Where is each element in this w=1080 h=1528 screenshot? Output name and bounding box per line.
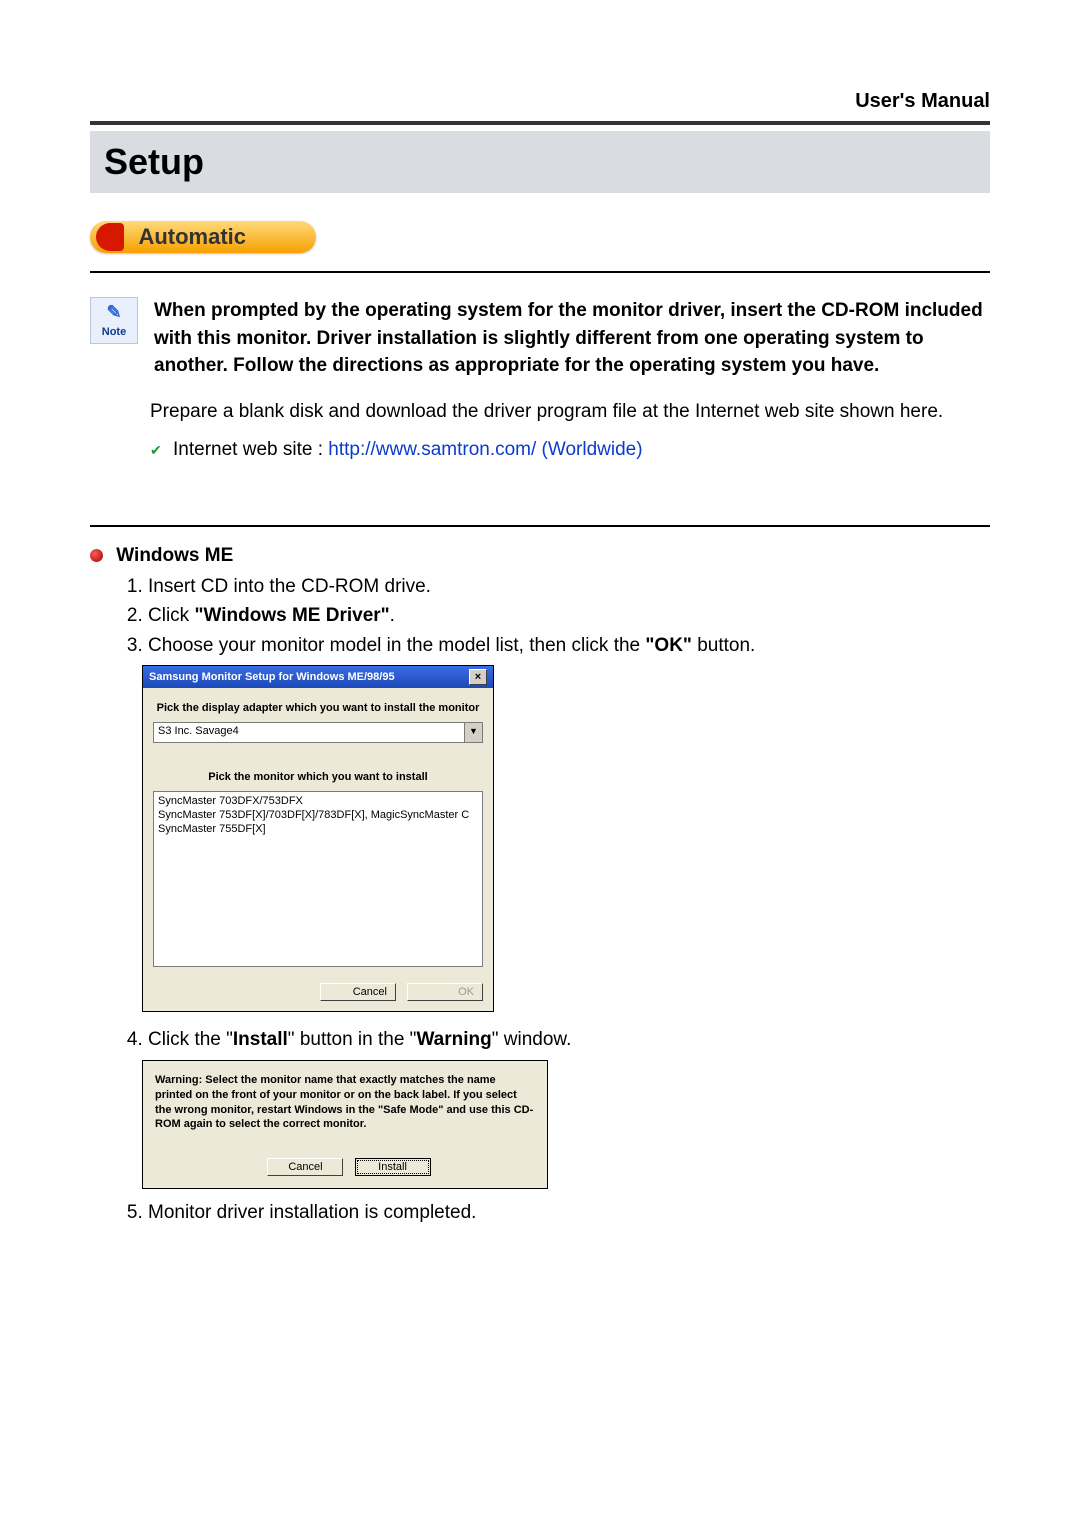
website-label: Internet web site : bbox=[173, 439, 328, 460]
monitor-label: Pick the monitor which you want to insta… bbox=[153, 771, 483, 783]
monitor-setup-dialog: Samsung Monitor Setup for Windows ME/98/… bbox=[142, 665, 494, 1012]
adapter-value: S3 Inc. Savage4 bbox=[154, 723, 464, 742]
divider-1 bbox=[90, 271, 990, 273]
dialog-title: Samsung Monitor Setup for Windows ME/98/… bbox=[149, 671, 395, 683]
check-icon: ✔ bbox=[150, 442, 162, 458]
warning-text: Warning: Select the monitor name that ex… bbox=[155, 1073, 535, 1132]
list-item[interactable]: SyncMaster 753DF[X]/703DF[X]/783DF[X], M… bbox=[156, 808, 480, 822]
step-3-text-a: Choose your monitor model in the model l… bbox=[148, 635, 645, 656]
chevron-down-icon[interactable]: ▼ bbox=[464, 723, 482, 742]
section-pill-label: Automatic bbox=[138, 224, 246, 250]
install-button[interactable]: Install bbox=[355, 1158, 431, 1176]
list-item[interactable]: SyncMaster 755DF[X] bbox=[156, 822, 480, 836]
note-text: When prompted by the operating system fo… bbox=[154, 297, 990, 380]
step-3-bold: "OK" bbox=[645, 635, 692, 656]
adapter-combobox[interactable]: S3 Inc. Savage4 ▼ bbox=[153, 722, 483, 743]
adapter-label: Pick the display adapter which you want … bbox=[153, 702, 483, 714]
step-3-text-c: button. bbox=[692, 635, 755, 656]
step-2-text-c: . bbox=[390, 605, 395, 626]
step-1: Insert CD into the CD-ROM drive. bbox=[148, 573, 990, 601]
pencil-icon: ✎ bbox=[93, 302, 135, 324]
website-link[interactable]: http://www.samtron.com/ (Worldwide) bbox=[328, 439, 642, 460]
step-4-bold-install: Install bbox=[233, 1029, 288, 1050]
section-pill-automatic: Automatic bbox=[90, 221, 316, 253]
step-2: Click "Windows ME Driver". bbox=[148, 602, 990, 630]
step-5: Monitor driver installation is completed… bbox=[148, 1199, 990, 1227]
monitor-listbox[interactable]: SyncMaster 703DFX/753DFX SyncMaster 753D… bbox=[153, 791, 483, 967]
step-4-text-a: Click the " bbox=[148, 1029, 233, 1050]
red-bullet-icon bbox=[90, 549, 103, 562]
setup-title: Setup bbox=[104, 141, 976, 183]
setup-title-bar: Setup bbox=[90, 131, 990, 193]
step-4-text-c: " button in the " bbox=[288, 1029, 417, 1050]
windows-me-heading: Windows ME bbox=[90, 545, 990, 567]
windows-me-heading-text: Windows ME bbox=[116, 545, 233, 566]
note-icon: ✎ Note bbox=[90, 297, 138, 344]
warning-dialog: Warning: Select the monitor name that ex… bbox=[142, 1060, 548, 1189]
step-4-bold-warning: Warning bbox=[416, 1029, 491, 1050]
step-4-text-e: " window. bbox=[492, 1029, 572, 1050]
cancel-button[interactable]: Cancel bbox=[320, 983, 396, 1001]
step-2-bold: "Windows ME Driver" bbox=[194, 605, 389, 626]
divider-2 bbox=[90, 525, 990, 527]
dialog-titlebar: Samsung Monitor Setup for Windows ME/98/… bbox=[143, 666, 493, 688]
step-2-text-a: Click bbox=[148, 605, 194, 626]
step-4: Click the "Install" button in the "Warni… bbox=[148, 1026, 990, 1054]
note-icon-label: Note bbox=[102, 326, 126, 338]
close-icon[interactable]: × bbox=[469, 669, 487, 685]
header-rule bbox=[90, 121, 990, 125]
list-item[interactable]: SyncMaster 703DFX/753DFX bbox=[156, 794, 480, 808]
ok-button[interactable]: OK bbox=[407, 983, 483, 1001]
page-header-manual: User's Manual bbox=[90, 90, 990, 113]
cancel-button[interactable]: Cancel bbox=[267, 1158, 343, 1176]
step-3: Choose your monitor model in the model l… bbox=[148, 632, 990, 660]
prepare-text: Prepare a blank disk and download the dr… bbox=[150, 398, 990, 427]
